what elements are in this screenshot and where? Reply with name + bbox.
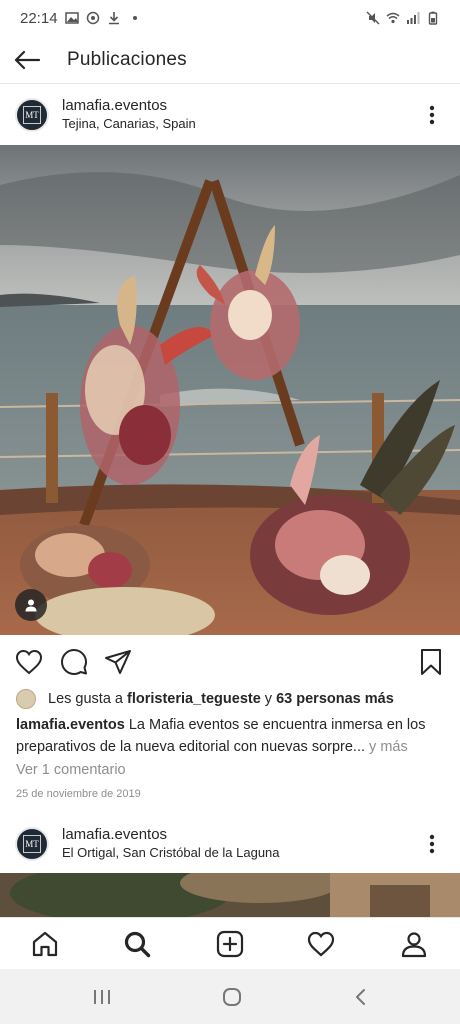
next-post-photo [0, 873, 460, 917]
post-username[interactable]: lamafia.eventos [62, 97, 196, 115]
battery-icon [428, 11, 438, 25]
system-nav-bar [0, 969, 460, 1024]
status-bar: 22:14 [0, 0, 460, 36]
page-title: Publicaciones [67, 48, 187, 70]
recent-apps-button[interactable] [88, 983, 116, 1011]
gallery-icon [64, 12, 79, 24]
post-username[interactable]: lamafia.eventos [62, 826, 280, 844]
post-location[interactable]: El Ortigal, San Cristóbal de la Laguna [62, 844, 280, 862]
liker-avatar [16, 689, 36, 709]
post-more-button[interactable] [412, 95, 452, 135]
post-actions [0, 640, 460, 684]
bottom-nav [0, 917, 460, 969]
recent-apps-icon [94, 990, 110, 1004]
likes-connector: y [260, 691, 277, 707]
user-tag-button[interactable] [15, 589, 47, 621]
post-header: MT lamafia.eventos Tejina, Canarias, Spa… [0, 86, 460, 144]
likes-prefix: Les gusta a [48, 691, 127, 707]
mute-icon [366, 11, 380, 25]
home-system-button[interactable] [218, 983, 246, 1011]
likes-summary[interactable]: Les gusta a floristeria_tegueste y 63 pe… [16, 688, 394, 710]
more-vertical-icon [429, 834, 435, 854]
back-button[interactable] [0, 36, 54, 84]
chevron-left-icon [356, 989, 365, 1005]
add-post-icon [216, 930, 244, 958]
caption-more-link[interactable]: y más [369, 739, 408, 755]
avatar-letters: MT [23, 106, 41, 124]
more-vertical-icon [429, 105, 435, 125]
share-button[interactable] [102, 646, 134, 678]
avatar[interactable]: MT [15, 827, 49, 861]
post-caption: lamafia.eventos La Mafia eventos se encu… [16, 714, 448, 758]
post-date: 25 de noviembre de 2019 [16, 788, 141, 800]
dot-icon [132, 16, 137, 20]
nav-search[interactable] [119, 926, 155, 962]
save-button[interactable] [415, 646, 447, 678]
nav-add-post[interactable] [212, 926, 248, 962]
app-header: Publicaciones [0, 36, 460, 84]
avatar[interactable]: MT [15, 98, 49, 132]
heart-icon [15, 649, 43, 675]
wifi-icon [386, 12, 400, 24]
avatar-letters: MT [23, 835, 41, 853]
comment-button[interactable] [58, 646, 90, 678]
whatsapp-icon [86, 11, 99, 25]
arrow-left-icon [14, 50, 41, 69]
nav-home[interactable] [27, 926, 63, 962]
back-system-button[interactable] [347, 983, 375, 1011]
bookmark-icon [421, 649, 441, 675]
nav-activity[interactable] [303, 926, 339, 962]
nav-profile[interactable] [396, 926, 432, 962]
wedding-arch-photo [0, 145, 460, 635]
user-tag-icon [25, 599, 37, 612]
status-time: 22:14 [20, 9, 58, 27]
comment-icon [61, 649, 87, 675]
like-button[interactable] [13, 646, 45, 678]
activity-heart-icon [307, 931, 335, 957]
post-header-2: MT lamafia.eventos El Ortigal, San Crist… [0, 815, 460, 873]
post-image-2[interactable] [0, 873, 460, 917]
download-icon [108, 12, 119, 25]
view-comments-link[interactable]: Ver 1 comentario [16, 762, 126, 778]
home-icon [32, 931, 58, 957]
likes-user[interactable]: floristeria_tegueste [127, 691, 261, 707]
send-icon [105, 650, 131, 674]
caption-username[interactable]: lamafia.eventos [16, 717, 125, 733]
signal-icon [407, 12, 420, 24]
post-more-button[interactable] [412, 824, 452, 864]
home-circle-icon [223, 988, 241, 1006]
likes-count[interactable]: 63 personas más [276, 691, 394, 707]
profile-icon [401, 932, 427, 958]
post-image[interactable] [0, 145, 460, 635]
search-icon [124, 931, 151, 958]
post-location[interactable]: Tejina, Canarias, Spain [62, 115, 196, 133]
